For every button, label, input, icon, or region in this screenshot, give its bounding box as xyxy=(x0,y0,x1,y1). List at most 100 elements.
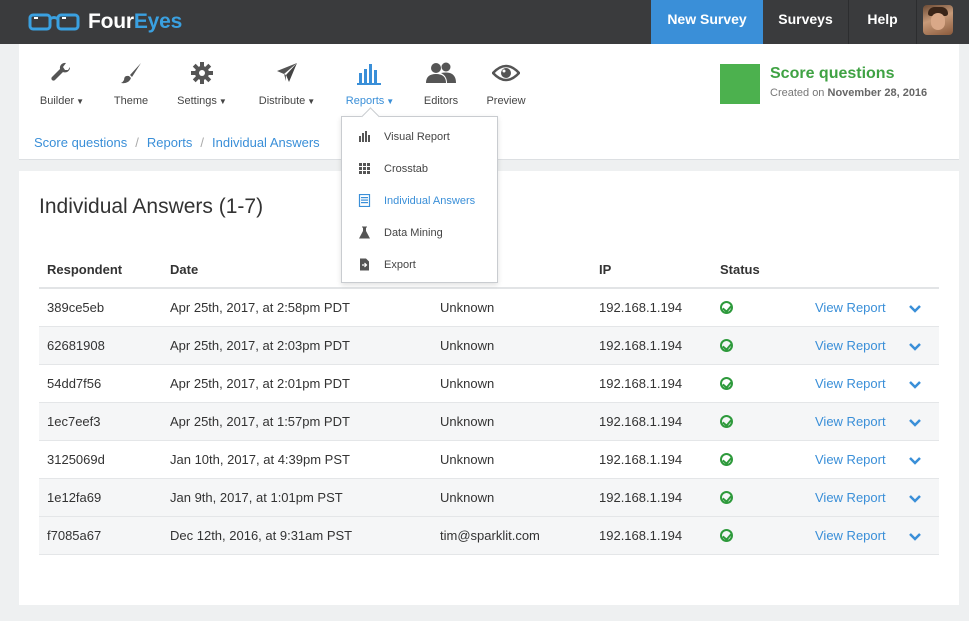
surveys-nav-link[interactable]: Surveys xyxy=(763,0,848,44)
wrench-icon xyxy=(37,58,87,88)
chevron-down-icon[interactable] xyxy=(909,415,921,430)
respondent-ip: 192.168.1.194 xyxy=(599,376,683,391)
top-bar: FourEyes New Survey Surveys Help xyxy=(0,0,969,44)
view-report-link[interactable]: View Report xyxy=(815,490,886,505)
help-nav-link[interactable]: Help xyxy=(848,0,916,44)
chevron-down-icon[interactable] xyxy=(909,529,921,544)
view-report-link[interactable]: View Report xyxy=(815,452,886,467)
respondent-email: Unknown xyxy=(440,490,495,505)
chevron-down-icon[interactable] xyxy=(909,491,921,506)
breadcrumb-reports-link[interactable]: Reports xyxy=(147,135,193,150)
survey-created: Created on November 28, 2016 xyxy=(770,87,927,99)
menu-item-label: Crosstab xyxy=(384,163,429,175)
response-date: Jan 9th, 2017, at 1:01pm PST xyxy=(170,490,343,505)
column-header-respondent: Respondent xyxy=(47,262,123,277)
respondent-id: 1e12fa69 xyxy=(47,490,102,505)
respondent-email: tim@sparklit.com xyxy=(440,528,540,543)
document-list-icon xyxy=(358,194,371,207)
gear-icon xyxy=(172,58,232,88)
status-complete-icon xyxy=(720,377,733,390)
settings-tool[interactable]: Settings ▼ xyxy=(172,58,232,107)
user-menu[interactable] xyxy=(916,0,969,44)
view-report-link[interactable]: View Report xyxy=(815,338,886,353)
view-report-link[interactable]: View Report xyxy=(815,376,886,391)
bar-chart-icon xyxy=(342,58,398,88)
created-prefix: Created on xyxy=(770,87,825,99)
respondent-id: f7085a67 xyxy=(47,528,102,543)
builder-tool[interactable]: Builder ▼ xyxy=(37,58,87,107)
menu-item-crosstab[interactable]: Crosstab xyxy=(342,152,497,184)
reports-tool[interactable]: Reports ▼ xyxy=(342,58,398,107)
respondent-ip: 192.168.1.194 xyxy=(599,452,683,467)
reports-dropdown-menu: Visual Report Crosstab Individual Answer… xyxy=(341,116,498,283)
table-row: 54dd7f56 Apr 25th, 2017, at 2:01pm PDT U… xyxy=(39,365,939,403)
brand-four: Four xyxy=(88,10,134,33)
chevron-down-icon[interactable] xyxy=(909,453,921,468)
status-complete-icon xyxy=(720,415,733,428)
menu-item-data-mining[interactable]: Data Mining xyxy=(342,216,497,248)
respondent-email: Unknown xyxy=(440,338,495,353)
new-survey-button[interactable]: New Survey xyxy=(651,0,763,44)
breadcrumb: Score questions / Reports / Individual Answe… xyxy=(34,135,320,150)
editors-tool[interactable]: Editors xyxy=(417,58,465,107)
response-date: Apr 25th, 2017, at 2:03pm PDT xyxy=(170,338,350,353)
distribute-tool[interactable]: Distribute ▼ xyxy=(255,58,319,107)
builder-label: Builder xyxy=(39,95,75,107)
respondent-ip: 192.168.1.194 xyxy=(599,300,683,315)
created-date: November 28, 2016 xyxy=(827,87,928,99)
respondent-email: Unknown xyxy=(440,414,495,429)
breadcrumb-separator: / xyxy=(135,135,139,150)
respondent-ip: 192.168.1.194 xyxy=(599,528,683,543)
view-report-link[interactable]: View Report xyxy=(815,300,886,315)
preview-tool[interactable]: Preview xyxy=(482,58,530,107)
respondent-email: Unknown xyxy=(440,376,495,391)
view-report-link[interactable]: View Report xyxy=(815,528,886,543)
response-date: Apr 25th, 2017, at 2:01pm PDT xyxy=(170,376,350,391)
menu-item-export[interactable]: Export xyxy=(342,248,497,280)
theme-tool[interactable]: Theme xyxy=(107,58,155,107)
table-row: 389ce5eb Apr 25th, 2017, at 2:58pm PDT U… xyxy=(39,289,939,327)
paper-plane-icon xyxy=(255,58,319,88)
breadcrumb-survey-link[interactable]: Score questions xyxy=(34,135,127,150)
respondent-id: 62681908 xyxy=(47,338,105,353)
avatar[interactable] xyxy=(923,5,953,35)
brand-eyes: Eyes xyxy=(133,10,183,33)
status-complete-icon xyxy=(720,529,733,542)
response-date: Apr 25th, 2017, at 2:58pm PDT xyxy=(170,300,350,315)
breadcrumb-current[interactable]: Individual Answers xyxy=(212,135,320,150)
survey-color-swatch xyxy=(720,64,760,104)
respondent-id: 389ce5eb xyxy=(47,300,105,315)
respondent-email: Unknown xyxy=(440,300,495,315)
table-row: 1ec7eef3 Apr 25th, 2017, at 1:57pm PDT U… xyxy=(39,403,939,441)
answers-table-body: 389ce5eb Apr 25th, 2017, at 2:58pm PDT U… xyxy=(39,289,939,555)
menu-item-label: Visual Report xyxy=(384,131,450,143)
menu-item-label: Individual Answers xyxy=(384,195,476,207)
column-header-date: Date xyxy=(170,262,199,277)
grid-icon xyxy=(359,163,370,174)
respondent-ip: 192.168.1.194 xyxy=(599,338,683,353)
bar-chart-icon xyxy=(359,131,370,142)
respondent-ip: 192.168.1.194 xyxy=(599,414,683,429)
respondent-id: 3125069d xyxy=(47,452,105,467)
respondent-ip: 192.168.1.194 xyxy=(599,490,683,505)
chevron-down-icon: ▼ xyxy=(386,97,395,106)
table-row: 62681908 Apr 25th, 2017, at 2:03pm PDT U… xyxy=(39,327,939,365)
table-row: 1e12fa69 Jan 9th, 2017, at 1:01pm PST Un… xyxy=(39,479,939,517)
chevron-down-icon[interactable] xyxy=(909,377,921,392)
status-complete-icon xyxy=(720,301,733,314)
logo[interactable]: FourEyes xyxy=(28,6,182,38)
respondent-id: 54dd7f56 xyxy=(47,376,102,391)
reports-label: Reports xyxy=(345,95,385,107)
view-report-link[interactable]: View Report xyxy=(815,414,886,429)
chevron-down-icon[interactable] xyxy=(909,301,921,316)
status-complete-icon xyxy=(720,491,733,504)
chevron-down-icon[interactable] xyxy=(909,339,921,354)
chevron-down-icon: ▼ xyxy=(218,97,227,106)
menu-item-visual-report[interactable]: Visual Report xyxy=(342,120,497,152)
menu-item-individual-answers[interactable]: Individual Answers xyxy=(342,184,497,216)
distribute-label: Distribute xyxy=(258,95,306,107)
status-complete-icon xyxy=(720,339,733,352)
theme-label: Theme xyxy=(113,95,149,107)
glasses-logo-icon xyxy=(28,13,80,31)
chevron-down-icon: ▼ xyxy=(307,97,316,106)
